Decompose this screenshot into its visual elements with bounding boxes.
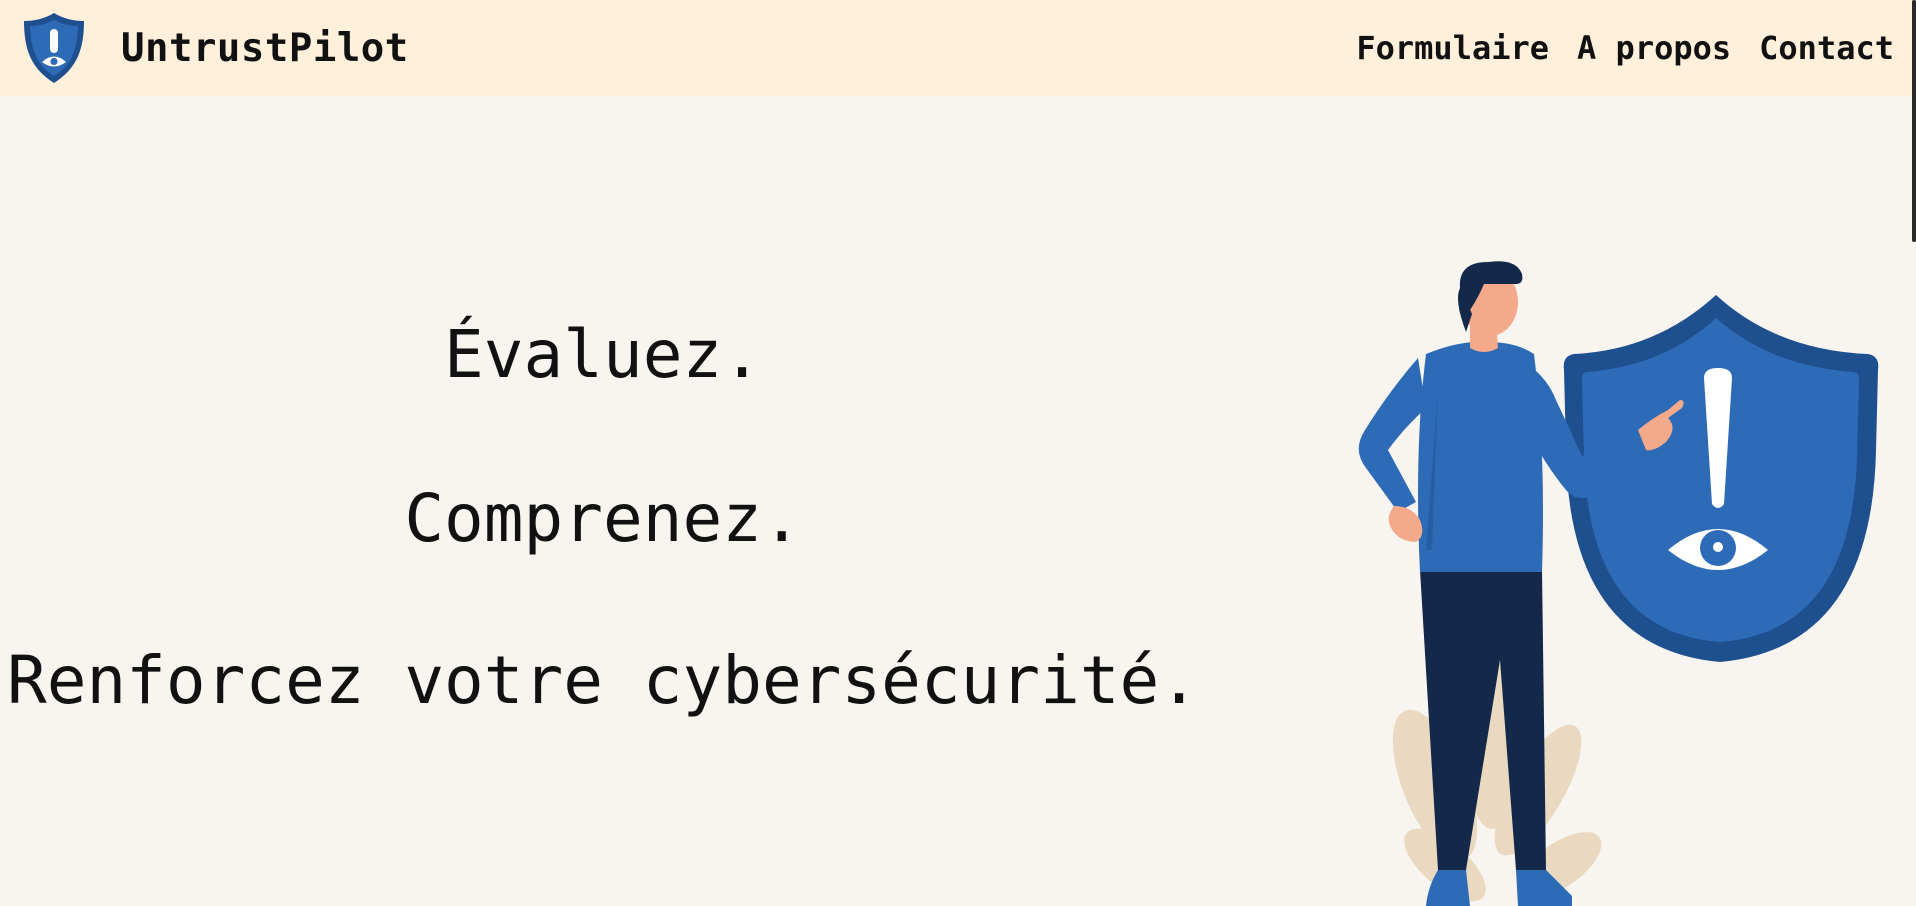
page-scrollbar[interactable] [1912,0,1916,906]
security-shield-illustration [1358,261,1879,906]
main-nav: Formulaire A propos Contact [1356,0,1894,96]
hero-section: Évaluez. Comprenez. Renforcez votre cybe… [0,96,1206,906]
nav-link-contact[interactable]: Contact [1759,29,1894,67]
hero-headline-evaluez: Évaluez. [444,316,762,393]
hero-headline-renforcez: Renforcez votre cybersécurité. [6,642,1200,719]
shield-logo-icon [24,13,84,83]
hero-headline-comprenez: Comprenez. [404,480,802,557]
nav-link-formulaire[interactable]: Formulaire [1356,29,1549,67]
scrollbar-thumb[interactable] [1912,0,1916,242]
top-navigation-bar: UntrustPilot Formulaire A propos Contact [0,0,1916,96]
brand[interactable]: UntrustPilot [20,10,409,86]
nav-link-a-propos[interactable]: A propos [1577,29,1731,67]
brand-name: UntrustPilot [121,25,409,71]
